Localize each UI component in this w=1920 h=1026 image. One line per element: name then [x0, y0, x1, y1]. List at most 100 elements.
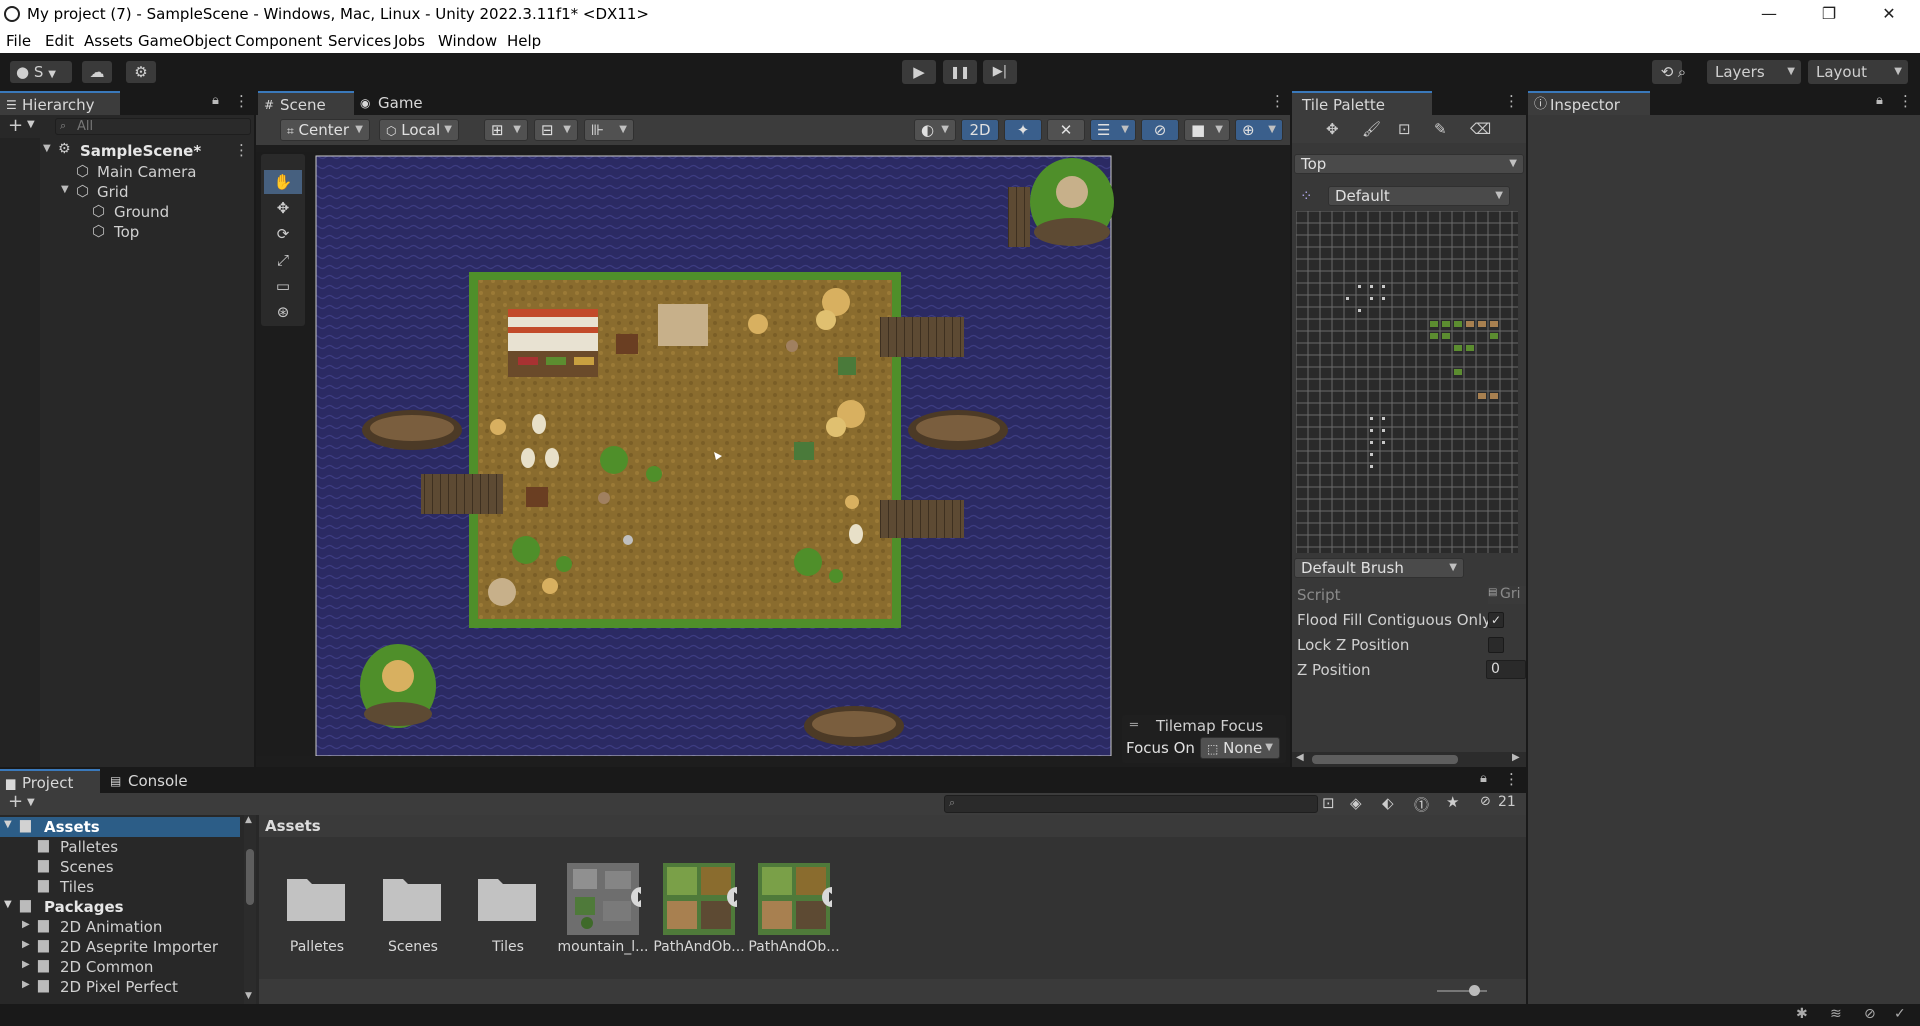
tree-item-2d-aseprite-importer[interactable]: ▶ ▆ 2D Aseprite Importer	[0, 937, 240, 957]
hierarchy-search-input[interactable]: ⌕ All	[55, 118, 251, 135]
filter-type-icon[interactable]: ◈	[1350, 794, 1362, 812]
expand-arrow-icon[interactable]: ▶	[22, 919, 30, 930]
move-tool[interactable]: ✥	[264, 196, 302, 220]
menu-file[interactable]: File	[6, 32, 31, 50]
lock-icon[interactable]: 🔒︎	[1876, 93, 1883, 108]
menu-edit[interactable]: Edit	[45, 32, 74, 50]
select-tool-icon[interactable]: ✥	[1326, 120, 1339, 138]
collab-button[interactable]: ⚙	[126, 61, 156, 83]
layout-dropdown[interactable]: Layout ▼	[1808, 60, 1908, 84]
cache-server-icon[interactable]: ≋	[1830, 1006, 1842, 1022]
box-fill-icon[interactable]: ⊡	[1398, 120, 1411, 138]
asset-item-pathandob-1[interactable]: PathAndOb...	[653, 863, 745, 965]
hierarchy-scene-row[interactable]: ▼ ⚙ SampleScene* ⋮	[40, 141, 254, 161]
lock-z-checkbox[interactable]	[1488, 637, 1504, 653]
menu-assets[interactable]: Assets	[84, 32, 133, 50]
hidden-packages-icon[interactable]: ⊘	[1480, 794, 1491, 809]
expand-arrow-icon[interactable]: ▶	[22, 959, 30, 970]
tree-item-assets[interactable]: ▼ ▆ Assets	[0, 817, 240, 837]
expand-arrow-icon[interactable]: ▼	[4, 819, 12, 830]
layers-dropdown[interactable]: Layers ▼	[1707, 60, 1801, 84]
add-icon[interactable]: +	[8, 115, 23, 136]
scroll-up-icon[interactable]: ▲	[245, 815, 252, 825]
close-button[interactable]: ✕	[1860, 0, 1918, 28]
tab-hierarchy[interactable]: ☰ Hierarchy	[0, 91, 120, 115]
asset-item-mountain[interactable]: mountain_l...	[557, 863, 649, 965]
flood-fill-checkbox[interactable]: ✓	[1488, 612, 1504, 628]
collab-status-icon[interactable]: ⊘	[1864, 1006, 1876, 1022]
grid-snap-dropdown[interactable]: ⊞ ▼	[484, 119, 528, 141]
tree-item-tiles[interactable]: ▆ Tiles	[0, 877, 240, 897]
tab-project[interactable]: ▆ Project	[0, 769, 100, 793]
drag-handle-icon[interactable]: ═	[1130, 718, 1138, 733]
play-button[interactable]: ▶	[902, 60, 936, 84]
tab-scene[interactable]: # Scene	[258, 91, 354, 115]
tree-item-scenes[interactable]: ▆ Scenes	[0, 857, 240, 877]
project-search-input[interactable]: ⌕	[944, 795, 1318, 813]
tree-scrollbar[interactable]: ▲ ▼	[244, 815, 256, 1004]
lock-icon[interactable]: 🔒︎	[212, 93, 219, 108]
script-field[interactable]: ▤ Gri	[1488, 586, 1526, 604]
tree-item-2d-common[interactable]: ▶ ▆ 2D Common	[0, 957, 240, 977]
scene-viewport[interactable]: ✋ ✥ ⟳ ⤢ ▭ ⊛	[256, 152, 1115, 756]
pivot-dropdown[interactable]: ⌗ Center ▼	[280, 119, 370, 141]
palette-scrollbar[interactable]: ◀ ▶	[1292, 752, 1526, 767]
tree-item-palletes[interactable]: ▆ Palletes	[0, 837, 240, 857]
tab-game[interactable]: ◉ Game	[356, 91, 436, 115]
more-options-icon[interactable]: ⋮	[1504, 92, 1519, 110]
ruler-dropdown[interactable]: ⊪ ▼	[584, 119, 634, 141]
more-options-icon[interactable]: ⋮	[1504, 770, 1519, 788]
active-tilemap-dropdown[interactable]: Top ▼	[1294, 154, 1524, 174]
step-button[interactable]: ▶|	[983, 60, 1017, 84]
rotate-tool[interactable]: ⟳	[264, 222, 302, 246]
hierarchy-item-main-camera[interactable]: ⬡ Main Camera	[58, 162, 254, 182]
transform-tool[interactable]: ⊛	[264, 300, 302, 324]
expand-arrow-icon[interactable]: ▼	[43, 143, 51, 154]
hierarchy-item-top[interactable]: ⬡ Top	[76, 222, 254, 242]
warning-icon[interactable]: ⓵	[1414, 794, 1429, 815]
scroll-thumb[interactable]	[246, 849, 254, 905]
asset-item-tiles[interactable]: Tiles	[468, 865, 548, 965]
minimize-button[interactable]: —	[1740, 0, 1798, 28]
draw-mode-dropdown[interactable]: ◐ ▼	[914, 119, 956, 141]
search-by-type-icon[interactable]: ⊡	[1322, 794, 1335, 812]
scroll-left-icon[interactable]: ◀	[1296, 752, 1304, 763]
maximize-button[interactable]: ❐	[1800, 0, 1858, 28]
menu-gameobject[interactable]: GameObject	[138, 32, 232, 50]
menu-services[interactable]: Services	[328, 32, 391, 50]
hand-tool[interactable]: ✋	[264, 170, 302, 194]
more-options-icon[interactable]: ⋮	[234, 92, 249, 110]
z-position-field[interactable]: 0	[1486, 660, 1526, 679]
search-button[interactable]: ⌕	[1664, 60, 1700, 84]
asset-item-scenes[interactable]: Scenes	[373, 865, 453, 965]
palette-grid[interactable]	[1296, 211, 1518, 553]
audio-toggle[interactable]: ✕	[1047, 119, 1085, 141]
more-options-icon[interactable]: ⋮	[1898, 92, 1913, 110]
chevron-down-icon[interactable]: ▼	[27, 119, 35, 130]
palette-dropdown[interactable]: Default ▼	[1328, 186, 1510, 206]
debug-icon[interactable]: ✱	[1796, 1006, 1808, 1022]
add-icon[interactable]: +	[8, 791, 23, 812]
tab-tile-palette[interactable]: Tile Palette	[1292, 91, 1432, 115]
hierarchy-item-ground[interactable]: ⬡ Ground	[76, 202, 254, 222]
expand-arrow-icon[interactable]: ▼	[4, 899, 12, 910]
check-icon[interactable]: ✓	[1894, 1006, 1906, 1022]
visibility-toggle[interactable]: ⊘	[1141, 119, 1179, 141]
effects-dropdown[interactable]: ☰ ▼	[1090, 119, 1136, 141]
chevron-down-icon[interactable]: ▼	[27, 797, 35, 808]
menu-window[interactable]: Window	[438, 32, 497, 50]
cloud-button[interactable]: ☁	[82, 61, 112, 83]
scroll-down-icon[interactable]: ▼	[245, 991, 252, 1001]
more-options-icon[interactable]: ⋮	[1270, 92, 1285, 110]
toggle-2d-button[interactable]: 2D	[961, 119, 999, 141]
expand-arrow-icon[interactable]: ▶	[22, 939, 30, 950]
menu-jobs[interactable]: Jobs	[394, 32, 425, 50]
pause-button[interactable]: ❚❚	[943, 60, 977, 84]
lock-icon[interactable]: 🔒︎	[1480, 771, 1487, 786]
increment-snap-dropdown[interactable]: ⊟ ▼	[534, 119, 578, 141]
favorite-icon[interactable]: ★	[1446, 793, 1459, 811]
scale-tool[interactable]: ⤢	[264, 248, 302, 272]
asset-item-palletes[interactable]: Palletes	[277, 865, 357, 965]
menu-help[interactable]: Help	[507, 32, 541, 50]
camera-dropdown[interactable]: ■ ▼	[1184, 119, 1230, 141]
